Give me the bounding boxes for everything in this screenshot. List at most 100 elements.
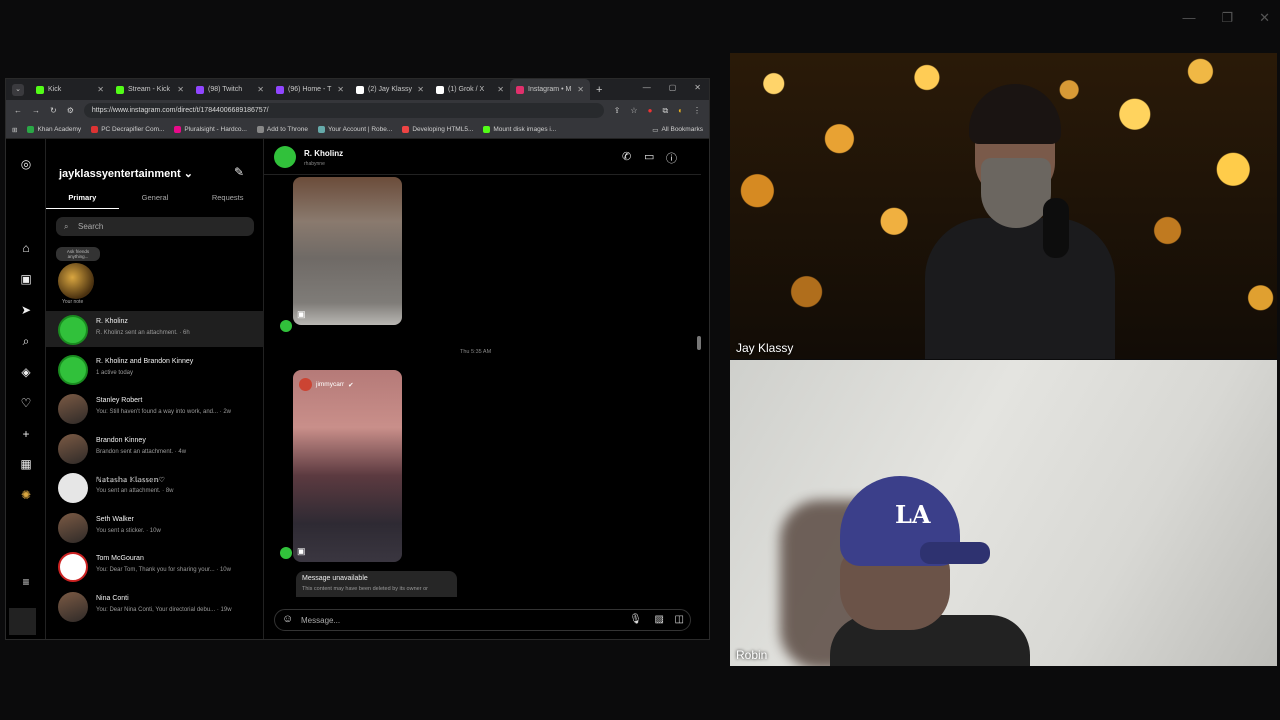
profile-icon[interactable]: ◐ — [678, 106, 683, 115]
search-icon: ⌕ — [64, 222, 69, 231]
conversation-item[interactable]: Seth Walker You sent a sticker. · 10w — [46, 509, 264, 545]
extension-red-icon[interactable]: ● — [648, 106, 653, 115]
close-icon[interactable]: ✕ — [1259, 10, 1270, 26]
avatar — [58, 433, 88, 464]
tab-close-icon[interactable]: ✕ — [257, 85, 264, 94]
instagram-logo-icon[interactable]: ◎ — [19, 157, 33, 171]
conversation-item[interactable]: Nina Conti You: Dear Nina Conti, Your dir… — [46, 588, 264, 624]
all-bookmarks[interactable]: ▭ All Bookmarks — [652, 126, 703, 134]
browser-restore-icon[interactable]: ▢ — [669, 83, 677, 92]
browser-tab[interactable]: (2) Jay Klassy ✕ — [350, 79, 430, 100]
restore-icon[interactable]: ❐ — [1221, 10, 1233, 26]
conversation-item[interactable]: Brandon Kinney Brandon sent an attachment… — [46, 430, 264, 466]
create-icon[interactable]: + — [19, 427, 33, 441]
conversation-item[interactable]: R. Kholinz and Brandon Kinney 1 active to… — [46, 351, 264, 387]
bookmark-item[interactable]: Developing HTML5... — [402, 126, 473, 133]
tab-general[interactable]: General — [119, 189, 192, 209]
bookmark-item[interactable]: PC Decrapifier Com... — [91, 126, 164, 133]
browser-tab[interactable]: Kick ✕ — [30, 79, 110, 100]
browser-close-icon[interactable]: ✕ — [694, 83, 701, 92]
shared-reel-2[interactable]: jimmycarr ✔ ▣ — [293, 370, 402, 562]
reels-icon[interactable]: ▣ — [19, 272, 33, 286]
compose-icon[interactable]: ✎ — [234, 165, 244, 179]
bookmark-item[interactable]: Your Account | Robe... — [317, 126, 392, 133]
search-input[interactable]: ⌕ Search — [56, 217, 254, 236]
browser-tab[interactable]: Stream - Kick ✕ — [110, 79, 190, 100]
extensions-icon[interactable]: ⧉ — [662, 106, 668, 116]
tab-requests[interactable]: Requests — [191, 189, 264, 209]
sticker-icon[interactable]: ◫ — [675, 614, 684, 625]
reload-icon[interactable]: ↻ — [50, 106, 57, 115]
account-switcher[interactable]: jayklassyentertainment ⌄ — [59, 167, 193, 180]
chat-scrollbar[interactable] — [697, 176, 701, 596]
bookmark-item[interactable]: Mount disk images i... — [483, 126, 556, 133]
profile-avatar-icon[interactable]: ✺ — [19, 488, 33, 502]
browser-tab[interactable]: Instagram • M ✕ — [510, 79, 590, 100]
bookmark-item[interactable]: Pluralsight - Hardco... — [174, 126, 247, 133]
image-icon[interactable]: ▨ — [655, 614, 664, 625]
new-tab-button[interactable]: + — [596, 84, 602, 96]
message-input[interactable]: Message... — [301, 616, 340, 625]
tab-close-icon[interactable]: ✕ — [337, 85, 344, 94]
guest-figure: LA — [780, 470, 1140, 666]
chat-avatar[interactable] — [274, 146, 296, 168]
tab-label: Instagram • M — [528, 86, 572, 93]
conversation-preview: 1 active today — [96, 369, 134, 376]
explore-icon[interactable]: ◈ — [19, 365, 33, 379]
minimize-icon[interactable]: — — [1182, 10, 1195, 26]
conversation-item[interactable]: Tom McGouran You: Dear Tom, Thank you for… — [46, 548, 264, 584]
conversation-item[interactable]: Stanley Robert You: Still haven't found a… — [46, 390, 264, 426]
bookmark-favicon-icon — [317, 126, 325, 133]
conversation-item[interactable]: ℕ𝕒𝕥𝕒𝕤𝕙𝕒 𝕂𝕝𝕒𝕤𝕤𝕖𝕟♡ You sent an attachment. … — [46, 469, 264, 505]
bookmark-item[interactable]: Khan Academy — [27, 126, 81, 133]
conversation-item[interactable]: R. Kholinz R. Kholinz sent an attachment.… — [46, 311, 264, 347]
avatar — [58, 354, 88, 385]
bookmark-star-icon[interactable]: ☆ — [630, 106, 637, 115]
message-composer[interactable]: ☺ Message... 🎙 ▨ ◫ — [274, 609, 691, 631]
browser-tab[interactable]: (1) Grok / X ✕ — [430, 79, 510, 100]
browser-tab[interactable]: (98) Twitch ✕ — [190, 79, 270, 100]
forward-icon[interactable]: → — [32, 106, 40, 115]
info-icon[interactable]: ⓘ — [666, 150, 677, 166]
tab-search-icon[interactable]: ⌄ — [12, 83, 24, 96]
home-icon[interactable]: ⌂ — [19, 241, 33, 255]
emoji-icon[interactable]: ☺ — [282, 613, 293, 625]
dashboard-icon[interactable]: ▦ — [19, 457, 33, 471]
tab-primary[interactable]: Primary — [46, 189, 119, 209]
your-note[interactable]: Ask friends anything... Your note — [56, 247, 100, 305]
browser-minimize-icon[interactable]: — — [643, 83, 651, 92]
tab-close-icon[interactable]: ✕ — [177, 85, 184, 94]
page-scrollbar[interactable] — [703, 141, 707, 637]
address-bar[interactable]: https://www.instagram.com/direct/t/17844… — [83, 103, 604, 118]
tab-close-icon[interactable]: ✕ — [97, 85, 104, 94]
conversation-name: Nina Conti — [96, 594, 129, 602]
phone-icon[interactable]: ✆ — [622, 150, 631, 163]
install-icon[interactable]: ⇪ — [614, 106, 621, 115]
back-icon[interactable]: ← — [14, 106, 22, 115]
notifications-icon[interactable]: ♡ — [19, 396, 33, 410]
nav-rail: ◎ ⌂ ▣ ➤ ⌕ ◈ ♡ + ▦ ✺ ≡ — [6, 139, 46, 639]
more-menu-icon[interactable]: ≡ — [19, 575, 33, 589]
avatar — [58, 394, 88, 424]
bookmark-item[interactable]: Add to Throne — [256, 126, 308, 133]
bookmark-label: Mount disk images i... — [493, 126, 557, 133]
search-icon[interactable]: ⌕ — [19, 334, 33, 348]
shared-reel-1[interactable]: ▣ — [293, 177, 402, 325]
bookmark-favicon-icon — [27, 126, 35, 133]
video-call-icon[interactable]: ▭ — [644, 150, 654, 163]
tab-close-icon[interactable]: ✕ — [577, 85, 584, 94]
avatar — [58, 552, 88, 582]
site-info-icon[interactable]: ⚙ — [67, 106, 74, 115]
tab-close-icon[interactable]: ✕ — [417, 85, 424, 94]
browser-tab[interactable]: (96) Home - T ✕ — [270, 79, 350, 100]
tab-strip: ⌄ Kick ✕ Stream - Kick ✕ (98) Twitch ✕ (96) Ho… — [6, 79, 709, 100]
messages-icon[interactable]: ➤ — [19, 303, 33, 317]
apps-icon[interactable]: ⊞ — [12, 126, 17, 134]
microphone-icon[interactable]: 🎙 — [629, 614, 642, 625]
bookmark-favicon-icon — [256, 126, 264, 133]
avatar — [58, 512, 88, 543]
avatar — [58, 591, 88, 622]
menu-icon[interactable]: ⋮ — [693, 106, 701, 115]
tab-close-icon[interactable]: ✕ — [497, 85, 504, 94]
chat-name[interactable]: R. Kholinz — [304, 149, 343, 158]
